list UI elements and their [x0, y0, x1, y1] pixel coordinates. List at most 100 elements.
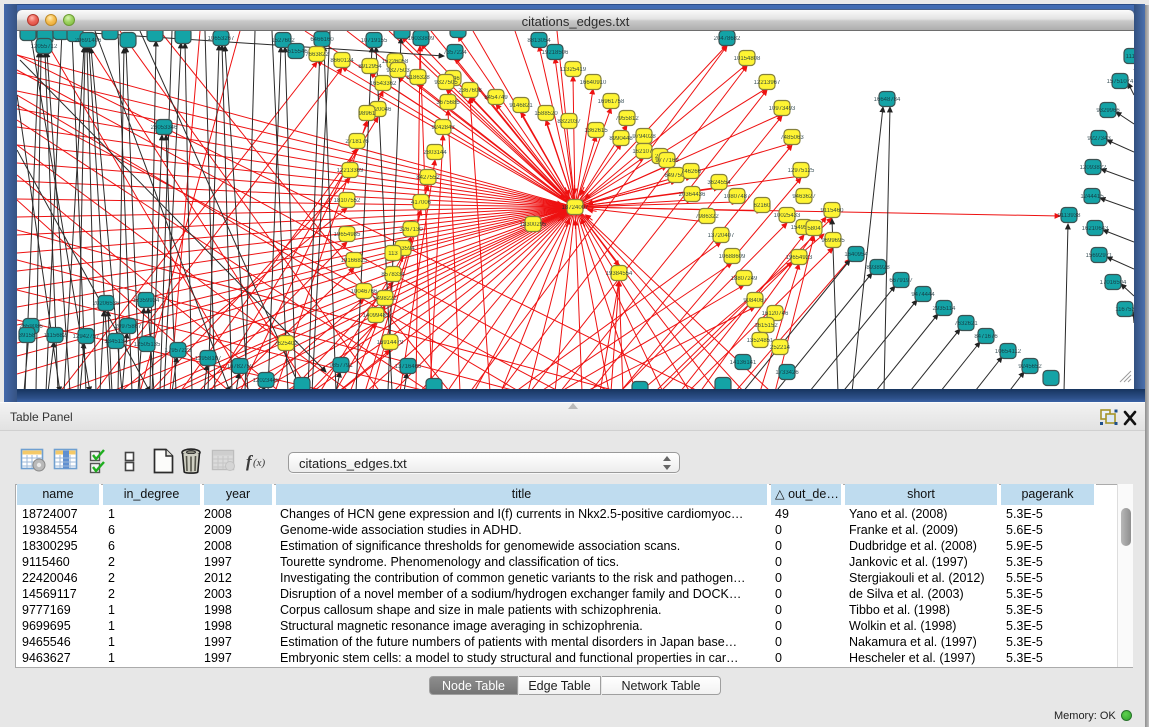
svg-text:16210643: 16210643 [1082, 226, 1109, 232]
svg-text:(x): (x) [253, 457, 266, 469]
svg-text:9113938: 9113938 [1058, 213, 1082, 219]
svg-text:12023446: 12023446 [253, 378, 280, 384]
svg-text:10688609: 10688609 [719, 254, 746, 260]
svg-text:10025433: 10025433 [774, 213, 801, 219]
svg-text:19654985: 19654985 [334, 232, 361, 238]
svg-text:9794028: 9794028 [632, 134, 656, 140]
svg-text:12505135: 12505135 [134, 342, 161, 348]
svg-text:2367608: 2367608 [458, 88, 482, 94]
svg-text:10719155: 10719155 [361, 38, 388, 44]
svg-text:19384554: 19384554 [606, 271, 633, 277]
svg-text:1362615: 1362615 [584, 128, 608, 134]
svg-text:8660124: 8660124 [330, 58, 354, 64]
svg-text:12975125: 12975125 [788, 168, 815, 174]
svg-text:3267130: 3267130 [399, 227, 423, 233]
svg-text:10046766: 10046766 [351, 289, 378, 295]
svg-text:9699695: 9699695 [821, 238, 845, 244]
svg-text:17016504: 17016504 [1100, 280, 1127, 286]
svg-text:9329966: 9329966 [1096, 108, 1120, 114]
svg-text:6466160: 6466160 [310, 37, 334, 43]
svg-text:7485063: 7485063 [780, 135, 804, 141]
svg-text:5498222: 5498222 [373, 296, 397, 302]
svg-text:13958107: 13958107 [195, 356, 222, 362]
svg-text:7632621: 7632621 [954, 321, 978, 327]
svg-text:18807249: 18807249 [731, 276, 758, 282]
svg-text:18724007: 18724007 [562, 205, 589, 211]
svg-text:9146821: 9146821 [509, 103, 533, 109]
svg-text:8322037: 8322037 [557, 119, 581, 125]
svg-text:14099489: 14099489 [363, 313, 390, 319]
svg-text:10807487: 10807487 [724, 194, 751, 200]
svg-text:12213967: 12213967 [754, 80, 781, 86]
svg-text:13716465: 13716465 [395, 364, 422, 370]
svg-text:6679197: 6679197 [889, 278, 913, 284]
svg-text:20478682: 20478682 [714, 36, 741, 42]
svg-text:20975867: 20975867 [115, 324, 142, 330]
svg-text:1615152: 1615152 [754, 323, 778, 329]
svg-text:9115460: 9115460 [821, 208, 845, 214]
svg-text:12213369: 12213369 [337, 168, 364, 174]
svg-text:16648784: 16648784 [874, 97, 901, 103]
svg-text:8454749: 8454749 [484, 95, 508, 101]
svg-text:7986322: 7986322 [695, 214, 719, 220]
svg-text:1112: 1112 [1126, 54, 1134, 60]
svg-text:10653267: 10653267 [208, 36, 235, 42]
svg-text:113: 113 [388, 251, 398, 257]
svg-text:16961758: 16961758 [598, 99, 625, 105]
svg-text:8186328: 8186328 [406, 75, 430, 81]
svg-text:39158: 39158 [19, 333, 36, 339]
svg-text:417006: 417006 [411, 200, 432, 206]
svg-text:5804: 5804 [807, 226, 821, 232]
svg-text:12055712: 12055712 [31, 44, 58, 50]
svg-text:9245652: 9245652 [1018, 364, 1042, 370]
svg-text:7663822: 7663822 [305, 52, 329, 58]
svg-text:116753: 116753 [1115, 307, 1134, 313]
svg-text:9327505: 9327505 [434, 80, 458, 86]
svg-text:3675685: 3675685 [436, 100, 460, 106]
svg-text:9242843: 9242843 [431, 125, 455, 131]
svg-text:13524851: 13524851 [747, 338, 774, 344]
svg-text:15751074: 15751074 [1107, 79, 1134, 85]
svg-text:746266: 746266 [681, 169, 702, 175]
svg-text:9463627: 9463627 [792, 194, 816, 200]
svg-text:1733426: 1733426 [775, 370, 799, 376]
svg-text:252214: 252214 [770, 345, 791, 351]
svg-text:19654923: 19654923 [786, 255, 813, 261]
svg-text:9857791: 9857791 [329, 363, 353, 369]
svg-text:20691406: 20691406 [75, 38, 102, 44]
svg-text:11325419: 11325419 [560, 67, 587, 73]
svg-text:14136141: 14136141 [730, 360, 757, 366]
svg-text:13720407: 13720407 [708, 233, 735, 239]
svg-text:9327503: 9327503 [386, 68, 410, 74]
svg-text:8578334: 8578334 [381, 272, 405, 278]
svg-text:20206536: 20206536 [93, 301, 120, 307]
svg-text:8912954: 8912954 [358, 64, 382, 70]
svg-text:7625402: 7625402 [274, 341, 298, 347]
svg-text:12093822: 12093822 [1080, 165, 1107, 171]
svg-text:1588520: 1588520 [534, 111, 558, 117]
svg-text:8990448: 8990448 [609, 136, 633, 142]
svg-text:17359924: 17359924 [133, 298, 160, 304]
svg-text:3624554: 3624554 [707, 180, 731, 186]
svg-text:26053346: 26053346 [151, 125, 178, 131]
svg-text:15692971: 15692971 [1086, 253, 1113, 259]
svg-text:2935114: 2935114 [933, 306, 957, 312]
svg-text:9227343: 9227343 [1087, 136, 1111, 142]
svg-text:19166825: 19166825 [341, 258, 368, 264]
svg-text:16120746: 16120746 [762, 311, 789, 317]
svg-text:8471676: 8471676 [974, 334, 998, 340]
svg-text:98961: 98961 [359, 111, 376, 117]
svg-text:2718176: 2718176 [345, 139, 369, 145]
svg-text:16914479: 16914479 [377, 340, 404, 346]
svg-text:16640910: 16640910 [580, 80, 607, 86]
svg-text:16543362: 16543362 [370, 81, 397, 87]
svg-text:10973493: 10973493 [769, 106, 796, 112]
svg-text:10154808: 10154808 [734, 56, 761, 62]
svg-text:7955812: 7955812 [615, 116, 639, 122]
svg-text:1244415: 1244415 [1080, 194, 1104, 200]
svg-text:8813054: 8813054 [527, 38, 551, 44]
svg-text:9777169: 9777169 [655, 158, 679, 164]
svg-text:20364436: 20364436 [679, 192, 706, 198]
svg-text:8938928: 8938928 [866, 265, 890, 271]
svg-text:17957223: 17957223 [165, 348, 192, 354]
